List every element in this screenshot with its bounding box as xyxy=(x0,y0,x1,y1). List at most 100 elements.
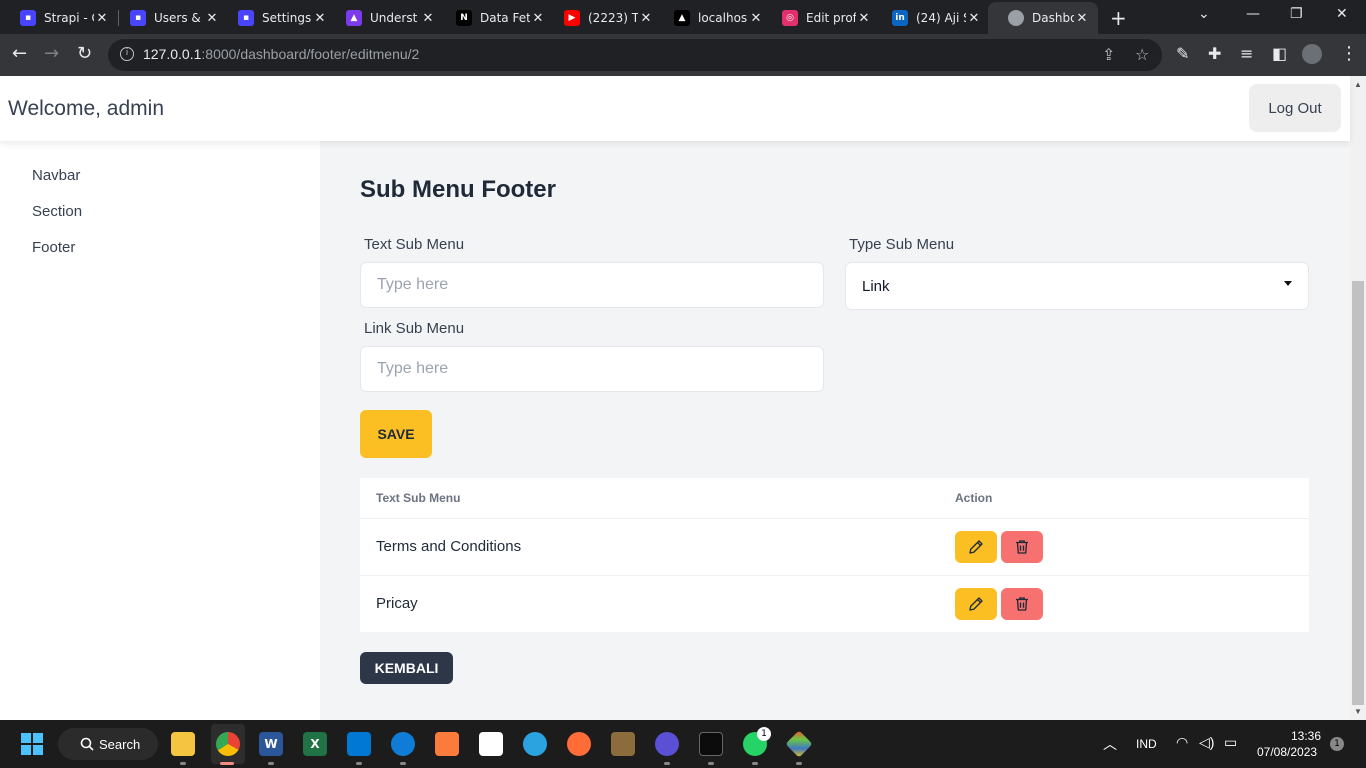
browser-tab[interactable]: ▲ localhos ✕ xyxy=(654,4,772,32)
table-header-action: Action xyxy=(955,491,993,505)
running-indicator xyxy=(220,762,234,765)
browser-toolbar: ← → ↻ i 127.0.0.1:8000/dashboard/footer/… xyxy=(0,34,1366,76)
sidebar-item-section[interactable]: Section xyxy=(32,203,82,220)
browser-menu-icon[interactable]: ⋮ xyxy=(1340,44,1358,64)
terminal-icon[interactable] xyxy=(699,732,723,756)
close-tab-icon[interactable]: ✕ xyxy=(856,11,872,26)
url-text[interactable]: 127.0.0.1:8000/dashboard/footer/editmenu… xyxy=(143,46,419,62)
logout-button[interactable]: Log Out xyxy=(1249,84,1341,132)
edge-icon[interactable] xyxy=(391,732,415,756)
type-sub-menu-select[interactable]: Link xyxy=(845,262,1309,310)
running-indicator xyxy=(400,762,406,765)
photo-app-icon[interactable] xyxy=(611,732,635,756)
tab-search-chevron-icon[interactable]: ⌄ xyxy=(1198,6,1210,22)
browser-tab[interactable]: ◎ Edit prof ✕ xyxy=(762,4,880,32)
taskbar-search[interactable]: Search xyxy=(58,728,158,760)
browser-tab[interactable]: ▲ Underst ✕ xyxy=(326,4,444,32)
sub-menu-table: Text Sub Menu Action Terms and Condition… xyxy=(360,478,1309,632)
sidebar-item-footer[interactable]: Footer xyxy=(32,239,75,256)
xampp-icon[interactable] xyxy=(435,732,459,756)
restore-icon[interactable]: ❐ xyxy=(1290,6,1303,22)
nextjs-icon: N xyxy=(456,10,472,26)
youtube-icon: ▶ xyxy=(564,10,580,26)
strapi-icon: ▪ xyxy=(130,10,146,26)
scrollbar-thumb[interactable] xyxy=(1352,281,1364,705)
page-scrollbar[interactable]: ▲ ▼ xyxy=(1350,76,1366,720)
excel-icon[interactable]: X xyxy=(303,732,327,756)
browser-tab[interactable]: ▪ Settings ✕ xyxy=(218,4,336,32)
scroll-up-arrow-icon[interactable]: ▲ xyxy=(1354,80,1362,89)
vscode-icon[interactable] xyxy=(347,732,371,756)
save-button[interactable]: SAVE xyxy=(360,410,432,458)
browser-tab[interactable]: ▪ Strapi - C ✕ xyxy=(0,4,118,32)
tab-title: Settings xyxy=(262,11,312,25)
welcome-text: Welcome, admin xyxy=(8,97,165,120)
row-text: Pricay xyxy=(376,595,418,612)
type-sub-menu-value: Link xyxy=(862,278,890,295)
running-indicator xyxy=(268,762,274,765)
site-info-icon[interactable]: i xyxy=(120,47,134,61)
tab-title: Underst xyxy=(370,11,418,25)
browser-tab[interactable]: ▶ (2223) T ✕ xyxy=(544,4,662,32)
close-window-icon[interactable]: ✕ xyxy=(1336,6,1348,22)
edit-button[interactable] xyxy=(955,588,997,620)
eyedropper-extension-icon[interactable]: ✎ xyxy=(1176,44,1189,64)
text-sub-menu-input[interactable] xyxy=(360,262,824,308)
address-bar[interactable]: i 127.0.0.1:8000/dashboard/footer/editme… xyxy=(108,39,1162,71)
globe-icon xyxy=(1008,10,1024,26)
close-tab-icon[interactable]: ✕ xyxy=(638,11,654,26)
side-panel-icon[interactable]: ◧ xyxy=(1272,44,1287,64)
back-button[interactable]: KEMBALI xyxy=(360,652,453,684)
scroll-down-arrow-icon[interactable]: ▼ xyxy=(1354,707,1362,716)
browser-tab[interactable]: N Data Fet ✕ xyxy=(436,4,554,32)
sidebar: Navbar Section Footer xyxy=(0,141,320,720)
extensions-puzzle-icon[interactable]: ✚ xyxy=(1208,44,1221,64)
sidebar-item-navbar[interactable]: Navbar xyxy=(32,167,80,184)
close-tab-icon[interactable]: ✕ xyxy=(420,11,436,26)
browser-tab-active[interactable]: Dashbo ✕ xyxy=(988,2,1098,34)
delete-button[interactable] xyxy=(1001,588,1043,620)
close-tab-icon[interactable]: ✕ xyxy=(966,11,982,26)
windows-start-icon[interactable] xyxy=(21,733,43,755)
browser-tab[interactable]: ▪ Users & ✕ xyxy=(110,4,228,32)
link-sub-menu-input[interactable] xyxy=(360,346,824,392)
docs-icon: ▲ xyxy=(346,10,362,26)
clock-time[interactable]: 13:36 xyxy=(1291,729,1321,743)
eclipse-icon[interactable] xyxy=(655,732,679,756)
close-tab-icon[interactable]: ✕ xyxy=(94,11,110,26)
tab-title: (24) Aji S xyxy=(916,11,966,25)
postman-icon[interactable] xyxy=(567,732,591,756)
windows-taskbar: Search W X 1 ︿ IND ◠ ◁) ▭ 13:36 07/08/20… xyxy=(0,720,1366,768)
minimize-icon[interactable]: — xyxy=(1246,6,1260,22)
battery-icon[interactable]: ▭ xyxy=(1224,734,1237,751)
browser-tab[interactable]: in (24) Aji S ✕ xyxy=(872,4,990,32)
profile-avatar-icon[interactable] xyxy=(1302,44,1322,64)
clock-date[interactable]: 07/08/2023 xyxy=(1257,745,1317,759)
chevron-up-icon[interactable]: ︿ xyxy=(1103,734,1117,754)
tab-title: Data Fet xyxy=(480,11,530,25)
capcut-icon[interactable] xyxy=(479,732,503,756)
media-control-icon[interactable]: ≡ xyxy=(1240,44,1253,64)
bookmark-star-icon[interactable]: ☆ xyxy=(1135,45,1149,64)
gitkraken-icon[interactable] xyxy=(785,730,813,758)
volume-icon[interactable]: ◁) xyxy=(1199,734,1214,751)
language-indicator[interactable]: IND xyxy=(1136,737,1157,751)
edit-button[interactable] xyxy=(955,531,997,563)
reload-icon[interactable]: ↻ xyxy=(77,44,92,64)
back-arrow-icon[interactable]: ← xyxy=(12,44,27,64)
forward-arrow-icon[interactable]: → xyxy=(44,44,59,64)
table-row: Terms and Conditions xyxy=(360,518,1309,575)
running-indicator xyxy=(708,762,714,765)
share-icon[interactable]: ⇪ xyxy=(1102,45,1115,64)
new-tab-plus-icon[interactable]: + xyxy=(1110,6,1127,30)
text-sub-menu-label: Text Sub Menu xyxy=(364,236,465,253)
word-icon[interactable]: W xyxy=(259,732,283,756)
tab-title: localhos xyxy=(698,11,748,25)
notification-badge[interactable]: 1 xyxy=(1330,737,1344,751)
wifi-icon[interactable]: ◠ xyxy=(1176,734,1188,751)
chrome-icon[interactable] xyxy=(216,732,240,756)
close-tab-icon[interactable]: ✕ xyxy=(1074,11,1090,26)
delete-button[interactable] xyxy=(1001,531,1043,563)
file-explorer-icon[interactable] xyxy=(171,732,195,756)
telegram-icon[interactable] xyxy=(523,732,547,756)
